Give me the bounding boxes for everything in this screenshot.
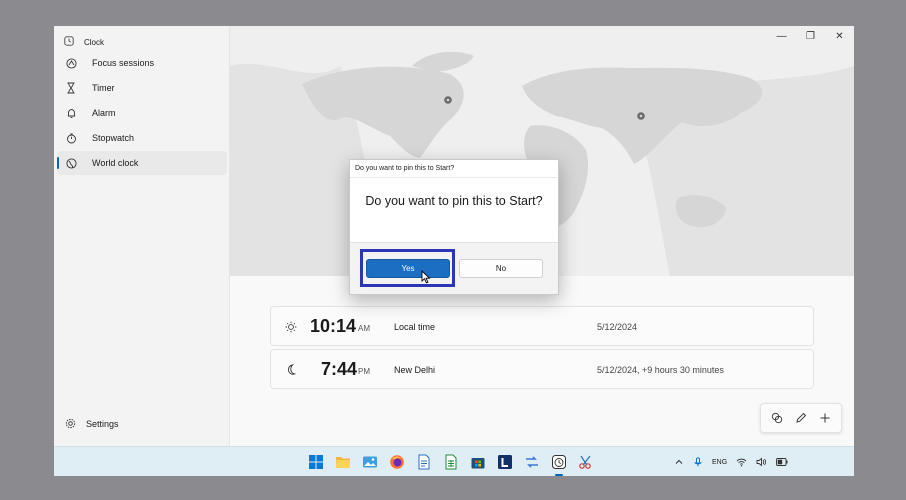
sidebar-item-label: Focus sessions — [92, 58, 155, 68]
clock-location-label: New Delhi — [394, 365, 436, 375]
firefox-icon[interactable] — [387, 452, 407, 472]
focus-icon — [65, 57, 77, 69]
snipping-tool-icon[interactable] — [576, 452, 596, 472]
dialog-message: Do you want to pin this to Start? — [365, 194, 543, 208]
sidebar-item-label: Alarm — [92, 108, 116, 118]
window-controls: — ❐ ✕ — [767, 26, 854, 46]
spreadsheet-icon[interactable] — [441, 452, 461, 472]
language-indicator[interactable]: ENG — [712, 459, 727, 466]
clock-app-icon[interactable] — [549, 452, 569, 476]
sidebar-item-label: Stopwatch — [92, 133, 135, 143]
no-button[interactable]: No — [459, 259, 543, 278]
app-title-bar: Clock — [64, 32, 104, 52]
system-tray: ENG — [674, 447, 788, 476]
settings-button[interactable]: Settings — [65, 412, 119, 436]
compare-icon[interactable] — [768, 409, 786, 427]
sidebar-nav: Focus sessions Timer Alarm Stopwatch Wor… — [57, 51, 227, 176]
location-pin-icon — [444, 96, 452, 104]
globe-icon — [65, 157, 77, 169]
edit-icon[interactable] — [792, 409, 810, 427]
world-clock-actions — [760, 403, 842, 433]
sidebar-item-focus-sessions[interactable]: Focus sessions — [57, 51, 227, 75]
sidebar: Clock Focus sessions Timer Alarm Stopwat… — [54, 26, 230, 446]
restore-button[interactable]: ❐ — [796, 26, 825, 46]
add-icon[interactable] — [816, 409, 834, 427]
windows-start-icon[interactable] — [306, 452, 326, 472]
photos-icon[interactable] — [360, 452, 380, 472]
l-app-icon[interactable] — [495, 452, 515, 472]
clock-date: 5/12/2024, +9 hours 30 minutes — [597, 365, 724, 375]
world-clock-row-local[interactable]: 10:14 AM Local time 5/12/2024 — [270, 306, 814, 346]
taskbar: ENG — [54, 446, 854, 476]
sidebar-item-timer[interactable]: Timer — [57, 76, 227, 100]
document-icon[interactable] — [414, 452, 434, 472]
app-title: Clock — [84, 37, 105, 47]
clock-time: 10:14 — [310, 316, 357, 336]
taskbar-apps — [306, 452, 596, 476]
clock-ampm: PM — [358, 367, 370, 376]
sidebar-item-stopwatch[interactable]: Stopwatch — [57, 126, 227, 150]
wifi-icon[interactable] — [736, 457, 747, 467]
sidebar-item-alarm[interactable]: Alarm — [57, 101, 227, 125]
hourglass-icon — [65, 82, 77, 94]
file-explorer-icon[interactable] — [333, 452, 353, 472]
world-clock-row-new-delhi[interactable]: 7:44 PM New Delhi 5/12/2024, +9 hours 30… — [270, 349, 814, 389]
clock-time: 7:44 — [321, 359, 358, 379]
gear-icon — [65, 418, 76, 431]
sidebar-item-label: World clock — [92, 158, 139, 168]
app-icon[interactable] — [522, 452, 542, 472]
stopwatch-icon — [65, 132, 77, 144]
store-icon[interactable] — [468, 452, 488, 472]
mouse-cursor-icon — [421, 269, 431, 284]
battery-icon[interactable] — [776, 458, 788, 466]
clock-ampm: AM — [358, 324, 370, 333]
sidebar-item-label: Timer — [92, 83, 115, 93]
moon-icon — [285, 363, 297, 375]
sun-icon — [285, 320, 297, 333]
sidebar-item-world-clock[interactable]: World clock — [57, 151, 227, 175]
highlight-box — [360, 249, 455, 287]
bell-icon — [65, 107, 77, 119]
location-pin-icon — [637, 112, 645, 120]
clock-date: 5/12/2024 — [597, 322, 638, 332]
chevron-up-icon[interactable] — [674, 457, 684, 467]
dialog-titlebar: Do you want to pin this to Start? — [350, 160, 558, 178]
volume-icon[interactable] — [756, 457, 767, 467]
clock-location-label: Local time — [394, 322, 436, 332]
settings-label: Settings — [86, 419, 119, 429]
microphone-icon[interactable] — [693, 457, 703, 467]
clock-app-icon — [64, 36, 74, 48]
minimize-button[interactable]: — — [767, 26, 796, 46]
close-button[interactable]: ✕ — [825, 26, 854, 46]
